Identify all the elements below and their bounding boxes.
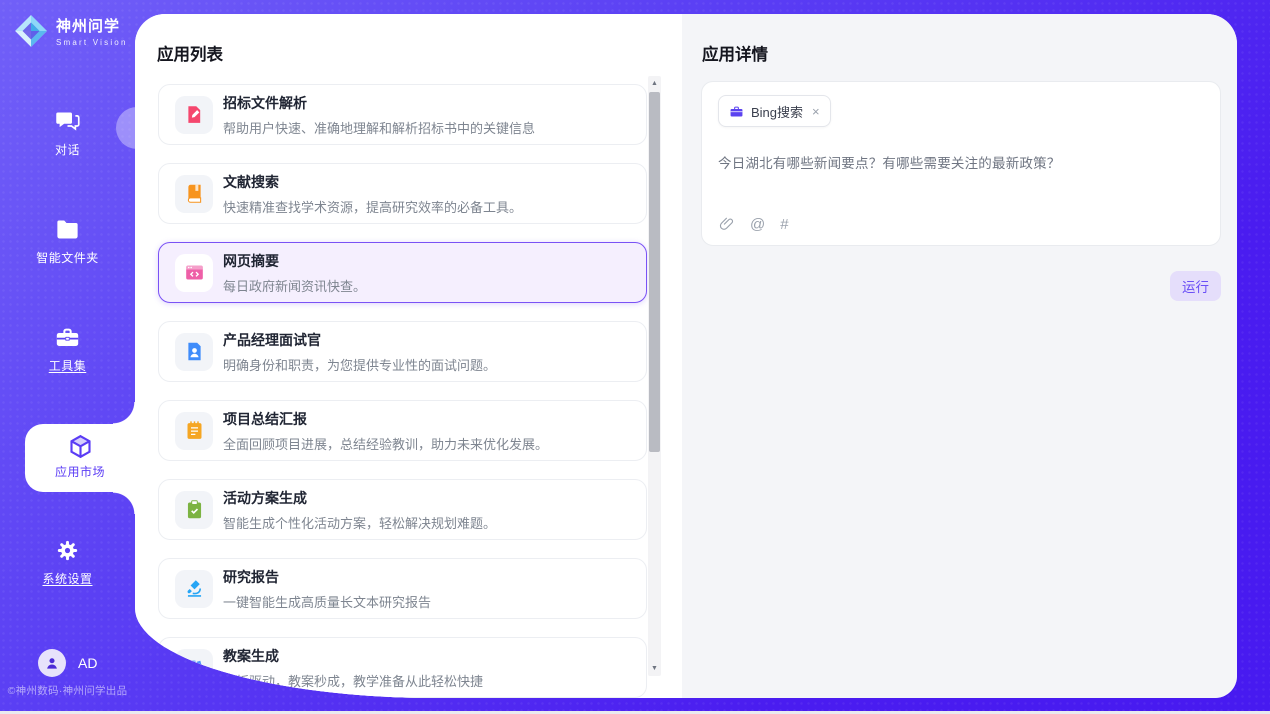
sidebar-item-app-market[interactable]: 应用市场 [25, 424, 135, 492]
book-icon [184, 183, 205, 204]
paperclip-icon[interactable] [718, 216, 735, 233]
scrollbar-thumb[interactable] [649, 92, 660, 452]
cube-icon [67, 433, 94, 460]
doc-edit-icon [184, 104, 205, 125]
scrollbar-up-arrow[interactable]: ▲ [648, 77, 661, 90]
sidebar: 神州问学 Smart Vision 对话 智能文件夹 [0, 0, 135, 711]
hash-tag-icon[interactable]: # [780, 216, 788, 233]
app-icon-tile [175, 175, 213, 213]
app-icon-tile [175, 96, 213, 134]
app-card-text: 产品经理面试官 明确身份和职责，为您提供专业性的面试问题。 [223, 330, 496, 374]
user-initials: AD [78, 655, 97, 671]
sidebar-item-label: 系统设置 [0, 570, 135, 587]
app-card-title: 教案生成 [223, 646, 483, 666]
scrollbar-down-arrow[interactable]: ▼ [648, 662, 661, 675]
app-card-title: 产品经理面试官 [223, 330, 496, 350]
app-card-text: 项目总结汇报 全面回顾项目进展，总结经验教训，助力未来优化发展。 [223, 409, 548, 453]
app-card-text: 文献搜索 快速精准查找学术资源，提高研究效率的必备工具。 [223, 172, 522, 216]
clipboard-check-icon [184, 499, 205, 520]
app-card-title: 活动方案生成 [223, 488, 496, 508]
web-code-icon [184, 262, 205, 283]
app-window-frame: 神州问学 Smart Vision 对话 智能文件夹 [0, 0, 1270, 711]
app-card-text: 教案生成 模板驱动，教案秒成，教学准备从此轻松快捷 [223, 646, 483, 690]
app-card-item[interactable]: 项目总结汇报 全面回顾项目进展，总结经验教训，助力未来优化发展。 [158, 400, 647, 461]
app-card-item[interactable]: 教案生成 模板驱动，教案秒成，教学准备从此轻松快捷 [158, 637, 647, 698]
sidebar-item-label: 工具集 [0, 357, 135, 374]
at-mention-icon[interactable]: @ [750, 216, 765, 233]
list-scrollbar[interactable]: ▲ ▼ [648, 76, 661, 676]
app-card-item[interactable]: 研究报告 一键智能生成高质量长文本研究报告 [158, 558, 647, 619]
brand-logo: 神州问学 Smart Vision [13, 13, 128, 49]
app-card-description: 每日政府新闻资讯快查。 [223, 276, 366, 295]
run-button[interactable]: 运行 [1170, 271, 1221, 301]
composer-toolbar: @ # [718, 216, 789, 233]
app-card-list: 招标文件解析 帮助用户快速、准确地理解和解析招标书中的关键信息 文献搜索 快速精… [158, 84, 647, 698]
sidebar-item-chat[interactable]: 对话 [0, 108, 135, 158]
brand-diamond-icon [13, 13, 49, 49]
tool-chip-bing-search[interactable]: Bing搜索 × [718, 95, 831, 127]
tool-chip-label: Bing搜索 [751, 102, 803, 121]
app-icon-tile [175, 570, 213, 608]
content-area: 应用列表 招标文件解析 帮助用户快速、准确地理解和解析招标书中的关键信息 文献搜… [135, 14, 1237, 698]
app-detail-title: 应用详情 [702, 41, 768, 65]
app-card-item[interactable]: 产品经理面试官 明确身份和职责，为您提供专业性的面试问题。 [158, 321, 647, 382]
app-card-title: 文献搜索 [223, 172, 522, 192]
app-icon-tile [175, 333, 213, 371]
sidebar-item-smart-folder[interactable]: 智能文件夹 [0, 216, 135, 266]
toolbox-icon [54, 324, 81, 351]
gear-icon [54, 537, 81, 564]
user-account[interactable]: AD [38, 649, 97, 677]
app-card-text: 研究报告 一键智能生成高质量长文本研究报告 [223, 567, 431, 611]
person-icon [43, 654, 61, 672]
app-card-title: 招标文件解析 [223, 93, 535, 113]
app-card-description: 模板驱动，教案秒成，教学准备从此轻松快捷 [223, 671, 483, 690]
app-card-text: 招标文件解析 帮助用户快速、准确地理解和解析招标书中的关键信息 [223, 93, 535, 137]
app-card-selected[interactable]: 网页摘要 每日政府新闻资讯快查。 [158, 242, 647, 303]
app-card-description: 全面回顾项目进展，总结经验教训，助力未来优化发展。 [223, 434, 548, 453]
app-card-title: 项目总结汇报 [223, 409, 548, 429]
app-list-panel: 应用列表 招标文件解析 帮助用户快速、准确地理解和解析招标书中的关键信息 文献搜… [135, 14, 682, 698]
brand-subtitle: Smart Vision [56, 38, 128, 47]
sidebar-item-label: 对话 [0, 141, 135, 158]
prompt-card[interactable]: Bing搜索 × 今日湖北有哪些新闻要点？有哪些需要关注的最新政策？ @ # [701, 81, 1221, 246]
chip-close-icon[interactable]: × [812, 104, 820, 119]
avatar [38, 649, 66, 677]
books-icon [184, 657, 205, 678]
copyright-footer: ©神州数码·神州问学出品 [0, 683, 135, 698]
app-card-description: 帮助用户快速、准确地理解和解析招标书中的关键信息 [223, 118, 535, 137]
chat-icon [54, 108, 81, 135]
app-icon-tile [175, 491, 213, 529]
app-card-item[interactable]: 招标文件解析 帮助用户快速、准确地理解和解析招标书中的关键信息 [158, 84, 647, 145]
brand-name: 神州问学 [56, 15, 128, 36]
app-card-description: 智能生成个性化活动方案，轻松解决规划难题。 [223, 513, 496, 532]
app-card-title: 研究报告 [223, 567, 431, 587]
sidebar-item-label: 智能文件夹 [0, 249, 135, 266]
app-card-item[interactable]: 文献搜索 快速精准查找学术资源，提高研究效率的必备工具。 [158, 163, 647, 224]
briefcase-icon [729, 104, 744, 119]
app-card-item[interactable]: 活动方案生成 智能生成个性化活动方案，轻松解决规划难题。 [158, 479, 647, 540]
app-card-text: 网页摘要 每日政府新闻资讯快查。 [223, 251, 366, 295]
app-detail-panel: 应用详情 Bing搜索 × 今日湖北有哪些新闻要点？有哪些需要关注的最新政策？ [682, 14, 1237, 698]
prompt-text[interactable]: 今日湖北有哪些新闻要点？有哪些需要关注的最新政策？ [718, 152, 1204, 172]
sidebar-item-toolset[interactable]: 工具集 [0, 324, 135, 374]
doc-person-icon [184, 341, 205, 362]
app-card-title: 网页摘要 [223, 251, 366, 271]
notepad-icon [184, 420, 205, 441]
app-icon-tile [175, 254, 213, 292]
app-list-title: 应用列表 [157, 41, 223, 65]
app-icon-tile [175, 649, 213, 687]
sidebar-item-settings[interactable]: 系统设置 [0, 537, 135, 587]
sidebar-item-label: 应用市场 [25, 463, 135, 480]
folder-icon [54, 216, 81, 243]
app-icon-tile [175, 412, 213, 450]
microscope-icon [184, 578, 205, 599]
app-card-description: 快速精准查找学术资源，提高研究效率的必备工具。 [223, 197, 522, 216]
app-card-text: 活动方案生成 智能生成个性化活动方案，轻松解决规划难题。 [223, 488, 496, 532]
app-card-description: 一键智能生成高质量长文本研究报告 [223, 592, 431, 611]
app-card-description: 明确身份和职责，为您提供专业性的面试问题。 [223, 355, 496, 374]
